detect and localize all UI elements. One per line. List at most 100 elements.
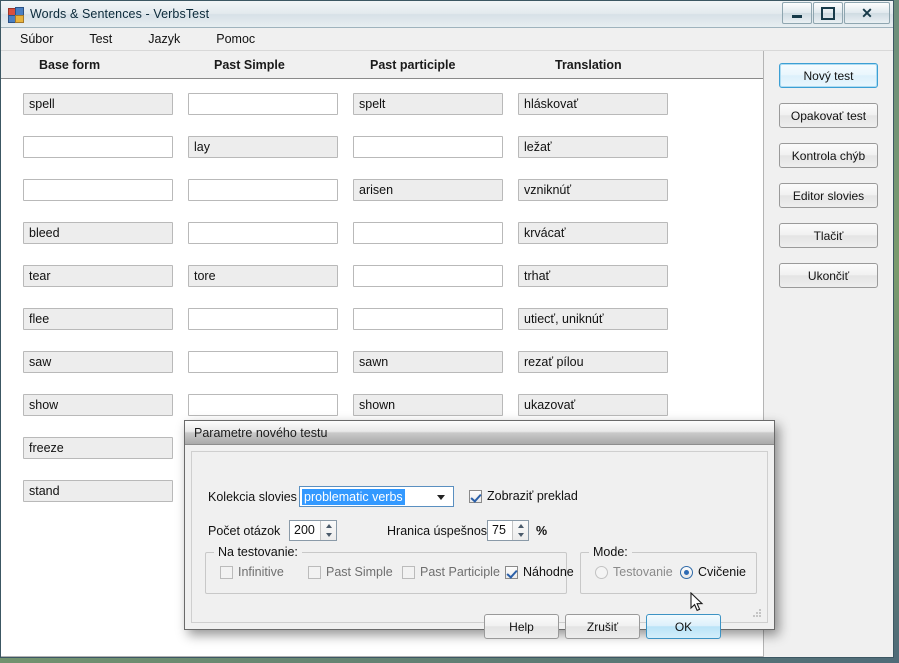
cell-translation[interactable]: ukazovať <box>518 394 668 416</box>
cell-translation[interactable]: ležať <box>518 136 668 158</box>
exit-button[interactable]: Ukončiť <box>779 263 878 288</box>
maximize-icon <box>821 6 835 20</box>
stepper-arrows-icon[interactable] <box>320 521 336 540</box>
cell-base-form[interactable]: show <box>23 394 173 416</box>
cell-past-participle[interactable] <box>353 222 503 244</box>
cell-past-participle[interactable] <box>353 308 503 330</box>
cell-base-form[interactable]: spell <box>23 93 173 115</box>
radio-cvicenie-label: Cvičenie <box>698 565 746 579</box>
cell-past-simple[interactable] <box>188 179 338 201</box>
cell-base-form[interactable]: flee <box>23 308 173 330</box>
checkbox-random[interactable]: Náhodne <box>505 565 574 579</box>
checkbox-past-participle-label: Past Participle <box>420 565 500 579</box>
new-test-parameters-dialog: Parametre nového testu Kolekcia slovies … <box>184 420 775 639</box>
app-windows-icon <box>8 6 24 23</box>
menu-item-test[interactable]: Test <box>86 30 115 48</box>
checkbox-random-label: Náhodne <box>523 565 574 579</box>
cell-past-simple[interactable]: lay <box>188 136 338 158</box>
cell-base-form[interactable]: tear <box>23 265 173 287</box>
title-bar[interactable]: Words & Sentences - VerbsTest ✕ <box>1 1 893 28</box>
close-icon: ✕ <box>861 5 873 21</box>
minimize-icon <box>792 14 802 18</box>
cell-base-form[interactable] <box>23 136 173 158</box>
cell-past-participle[interactable]: spelt <box>353 93 503 115</box>
checkbox-past-simple-label: Past Simple <box>326 565 393 579</box>
repeat-test-button[interactable]: Opakovať test <box>779 103 878 128</box>
cell-translation[interactable]: utiecť, uniknúť <box>518 308 668 330</box>
radio-cvicenie[interactable]: Cvičenie <box>680 565 746 579</box>
mode-group-title: Mode: <box>589 545 632 559</box>
radio-circle-icon <box>680 565 693 579</box>
question-count-value: 200 <box>294 523 315 537</box>
collection-combobox[interactable]: problematic verbs <box>299 486 454 507</box>
maximize-button[interactable] <box>813 2 843 24</box>
cell-base-form[interactable]: saw <box>23 351 173 373</box>
checkbox-box-icon <box>308 565 321 579</box>
cell-translation[interactable]: hláskovať <box>518 93 668 115</box>
cell-past-simple[interactable] <box>188 394 338 416</box>
column-header-past-simple: Past Simple <box>214 57 285 72</box>
threshold-label: Hranica úspešnosti <box>387 524 494 538</box>
help-button[interactable]: Help <box>484 614 559 639</box>
cancel-button[interactable]: Zrušiť <box>565 614 640 639</box>
show-translation-checkbox[interactable]: Zobraziť preklad <box>469 489 578 503</box>
radio-testovanie[interactable]: Testovanie <box>595 565 673 579</box>
checkbox-infinitive[interactable]: Infinitive <box>220 565 284 579</box>
cell-past-simple[interactable] <box>188 93 338 115</box>
cell-past-participle[interactable] <box>353 265 503 287</box>
column-header-base-form: Base form <box>39 57 101 72</box>
close-button[interactable]: ✕ <box>844 2 890 24</box>
error-check-button[interactable]: Kontrola chýb <box>779 143 878 168</box>
menu-item-subor[interactable]: Súbor <box>17 30 56 48</box>
collection-label: Kolekcia slovies <box>208 490 297 504</box>
cell-past-simple[interactable]: tore <box>188 265 338 287</box>
dialog-title: Parametre nového testu <box>194 425 328 440</box>
test-options-group-title: Na testovanie: <box>214 545 302 559</box>
radio-circle-icon <box>595 565 608 579</box>
cell-past-simple[interactable] <box>188 222 338 244</box>
checkbox-box-icon <box>469 489 482 503</box>
new-test-button[interactable]: Nový test <box>779 63 878 88</box>
resize-grip-icon[interactable] <box>752 608 763 619</box>
ok-button[interactable]: OK <box>646 614 721 639</box>
column-header-past-participle: Past participle <box>370 57 456 72</box>
stepper-arrows-icon[interactable] <box>512 521 528 540</box>
cell-base-form[interactable]: freeze <box>23 437 173 459</box>
checkbox-past-participle[interactable]: Past Participle <box>402 565 500 579</box>
verb-editor-button[interactable]: Editor slovies <box>779 183 878 208</box>
cell-translation[interactable]: krvácať <box>518 222 668 244</box>
cell-base-form[interactable]: stand <box>23 480 173 502</box>
cell-past-participle[interactable]: arisen <box>353 179 503 201</box>
checkbox-infinitive-label: Infinitive <box>238 565 284 579</box>
menu-item-jazyk[interactable]: Jazyk <box>145 30 183 48</box>
cell-past-participle[interactable]: sawn <box>353 351 503 373</box>
percent-symbol: % <box>536 524 548 538</box>
menu-item-pomoc[interactable]: Pomoc <box>213 30 258 48</box>
cell-base-form[interactable] <box>23 179 173 201</box>
question-count-stepper[interactable]: 200 <box>289 520 337 541</box>
checkbox-box-icon <box>402 565 415 579</box>
show-translation-label: Zobraziť preklad <box>487 489 578 503</box>
threshold-stepper[interactable]: 75 <box>487 520 529 541</box>
cell-translation[interactable]: trhať <box>518 265 668 287</box>
dialog-body: Kolekcia slovies problematic verbs Zobra… <box>191 451 768 639</box>
cell-base-form[interactable]: bleed <box>23 222 173 244</box>
cell-past-participle[interactable] <box>353 136 503 158</box>
cell-past-participle[interactable]: shown <box>353 394 503 416</box>
checkbox-past-simple[interactable]: Past Simple <box>308 565 393 579</box>
mode-group: Mode: Testovanie Cvičenie <box>580 545 757 594</box>
cell-past-simple[interactable] <box>188 308 338 330</box>
screen-root: Words & Sentences - VerbsTest ✕ Súbor Te… <box>0 0 899 663</box>
collection-selected-value: problematic verbs <box>302 488 405 505</box>
dialog-title-bar[interactable]: Parametre nového testu <box>185 421 774 445</box>
cell-translation[interactable]: rezať pílou <box>518 351 668 373</box>
cell-translation[interactable]: vzniknúť <box>518 179 668 201</box>
question-count-label: Počet otázok <box>208 524 281 538</box>
print-button[interactable]: Tlačiť <box>779 223 878 248</box>
chevron-down-icon <box>437 495 445 500</box>
minimize-button[interactable] <box>782 2 812 24</box>
checkbox-box-icon <box>505 565 518 579</box>
window-title: Words & Sentences - VerbsTest <box>30 7 210 21</box>
cell-past-simple[interactable] <box>188 351 338 373</box>
column-header-translation: Translation <box>555 57 622 72</box>
